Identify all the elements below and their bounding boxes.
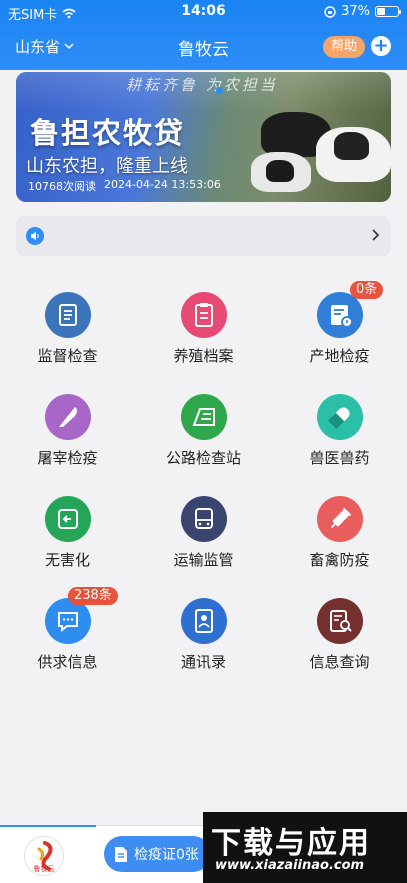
carousel-indicator: [216, 87, 223, 94]
checkpoint-icon: [181, 394, 227, 440]
module-transport-supervision[interactable]: 运输监管: [136, 492, 271, 582]
watermark-title: 下载与应用: [211, 826, 371, 861]
module-origin-quarantine[interactable]: 0条 产地检疫: [272, 281, 407, 378]
publish-date: 2024-04-24 13:53:06: [104, 178, 221, 191]
module-label: 供求信息: [37, 653, 98, 671]
module-label: 兽医兽药: [309, 449, 370, 467]
certificate-icon: [317, 292, 363, 338]
bus-icon: [181, 496, 227, 542]
app-logo[interactable]: 鲁牧云: [24, 836, 64, 876]
module-label: 公路检查站: [165, 449, 241, 467]
read-count: 10768次阅读: [28, 180, 96, 193]
search-document-icon: [317, 598, 363, 644]
exit-icon: [45, 496, 91, 542]
nav-row: 山东省 鲁牧云 帮助 +: [0, 30, 407, 64]
banner-loan-title: 鲁担农牧贷: [30, 116, 186, 150]
active-tab-indicator: [0, 825, 96, 827]
module-label: 信息查询: [309, 653, 370, 671]
module-label: 屠宰检疫: [37, 449, 98, 467]
quarantine-cert-button[interactable]: 检疫证0张: [104, 836, 211, 872]
module-vet-drugs[interactable]: 兽医兽药: [272, 390, 407, 480]
watermark-url: www.xiazaiinao.com: [215, 858, 365, 873]
rotation-lock-icon: [324, 5, 336, 18]
help-button[interactable]: 帮助: [322, 36, 365, 58]
chevron-right-icon[interactable]: [371, 225, 381, 245]
module-label: 产地检疫: [309, 347, 370, 365]
cert-label: 检疫证0张: [134, 847, 199, 863]
contacts-icon: [181, 598, 227, 644]
module-harmless-treatment[interactable]: 无害化: [0, 492, 135, 582]
banner-headline: 山东农担，隆重上线: [26, 156, 188, 177]
syringe-icon: [317, 496, 363, 542]
module-road-checkpoint[interactable]: 公路检查站: [136, 390, 271, 480]
module-breeding-records[interactable]: 养殖档案: [136, 288, 271, 378]
status-bar: 无SIM卡 14:06 37%: [0, 0, 407, 24]
banner-art-slogan: 耕耘齐鲁 为农担当: [126, 76, 278, 94]
top-bar: 无SIM卡 14:06 37% 山东省 鲁牧云 帮助 +: [0, 0, 407, 70]
module-info-query[interactable]: 信息查询: [272, 594, 407, 684]
plus-circle-icon[interactable]: +: [371, 36, 391, 56]
module-contacts[interactable]: 通讯录: [136, 594, 271, 684]
module-supply-demand[interactable]: 238条 供求信息: [0, 587, 135, 684]
site-watermark: 下载与应用 www.xiazaiinao.com: [203, 812, 407, 883]
document-icon: [115, 846, 127, 862]
knife-icon: [45, 394, 91, 440]
battery-percent: 37%: [341, 4, 370, 19]
module-label: 养殖档案: [173, 347, 234, 365]
document-scroll-icon: [45, 292, 91, 338]
capsule-icon: [317, 394, 363, 440]
module-label: 通讯录: [180, 653, 226, 671]
logo-text: 鲁牧云: [33, 865, 55, 873]
banner-meta: 10768次阅读 2024-04-24 13:53:06: [28, 178, 221, 194]
notice-bar[interactable]: [16, 216, 391, 256]
clipboard-icon: [181, 292, 227, 338]
origin-quarantine-badge: 0条: [350, 281, 384, 299]
battery-icon: [375, 6, 401, 17]
module-label: 运输监管: [173, 551, 234, 569]
module-slaughter-quarantine[interactable]: 屠宰检疫: [0, 390, 135, 480]
module-supervision[interactable]: 监督检查: [0, 288, 135, 378]
supply-demand-badge: 238条: [68, 587, 118, 605]
speaker-icon: [26, 227, 44, 245]
cow-image: [266, 160, 294, 182]
module-livestock-epidemic-prevention[interactable]: 畜禽防疫: [272, 492, 407, 582]
cow-image: [334, 132, 369, 160]
module-label: 畜禽防疫: [309, 551, 370, 569]
module-label: 无害化: [44, 551, 90, 569]
news-banner[interactable]: 耕耘齐鲁 为农担当 鲁担农牧贷 山东农担，隆重上线 10768次阅读 2024-…: [16, 72, 391, 202]
module-label: 监督检查: [37, 347, 98, 365]
